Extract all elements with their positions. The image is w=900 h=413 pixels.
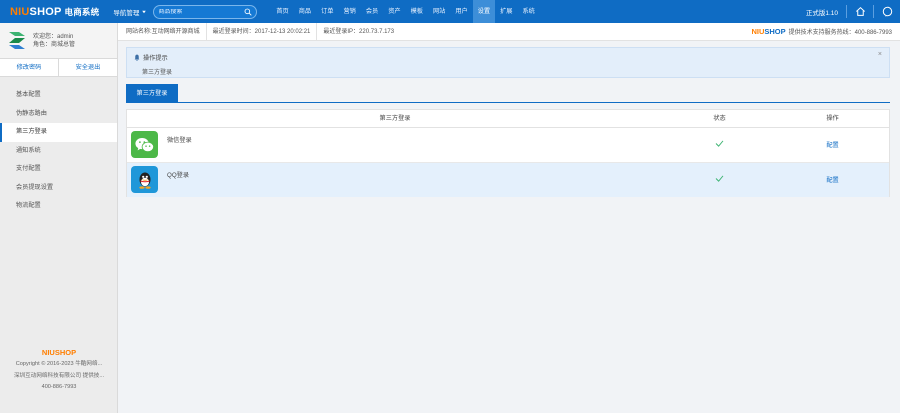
nav-goods[interactable]: 商品	[294, 0, 316, 23]
tab-bar: 第三方登录	[126, 84, 890, 103]
main-nav: 首页 商品 订单 营销 会员 资产 模板 网站 用户 设置 扩展 系统	[271, 0, 540, 23]
support-brand-suffix: SHOP	[764, 27, 786, 36]
sidebar-item-basic-config[interactable]: 基本配置	[0, 86, 117, 105]
sidebar-item-notifications[interactable]: 通知系统	[0, 142, 117, 161]
table-row: 微信登录 配置	[127, 128, 889, 163]
login-table: 第三方登录 状态 操作 微信登录 配置 QQ登录 配置	[126, 109, 890, 197]
table-row: QQ登录 配置	[127, 162, 889, 197]
support-info: NIUSHOP 提供技术支持服务热线：400-886-7993	[751, 27, 900, 36]
site-name: 网站名称:互动网络开源商城	[118, 22, 207, 41]
top-navbar: NIUSHOP电商系统 导航管理 首页 商品 订单 营销 会员 资产 模板 网站…	[0, 0, 900, 23]
row-name-cell: QQ登录	[127, 166, 663, 194]
sidebar-item-payment-config[interactable]: 支付配置	[0, 160, 117, 179]
provider-name: QQ登录	[167, 172, 190, 180]
check-icon	[715, 140, 724, 148]
nav-users[interactable]: 用户	[450, 0, 472, 23]
copyright-text: Copyright © 2016-2023 牛酷网络...	[15, 361, 103, 367]
sidebar-item-logistics-config[interactable]: 物流配置	[0, 197, 117, 216]
quick-nav-dropdown[interactable]: 导航管理	[113, 7, 147, 17]
info-bar: 网站名称:互动网络开源商城 最近登录时间：2017-12-13 20:02:21…	[118, 22, 900, 41]
bell-icon	[134, 54, 140, 61]
topbar-right: 正式版1.10	[806, 0, 900, 23]
search-icon[interactable]	[244, 8, 252, 16]
sidebar-item-pseudo-static-routes[interactable]: 伪静态路由	[0, 105, 117, 124]
help-button[interactable]	[874, 0, 900, 23]
side-menu: 基本配置 伪静态路由 第三方登录 通知系统 支付配置 会员提现设置 物流配置	[0, 86, 117, 216]
provider-name: 微信登录	[167, 137, 192, 145]
nav-extensions[interactable]: 扩展	[495, 0, 517, 23]
last-login-ip: 最近登录IP：220.73.7.173	[323, 28, 395, 35]
support-text: 提供技术支持服务热线：400-886-7993	[788, 30, 892, 36]
nav-templates[interactable]: 模板	[406, 0, 428, 23]
nav-home[interactable]: 首页	[271, 0, 293, 23]
table-header: 第三方登录 状态 操作	[127, 110, 889, 128]
status-cell	[663, 140, 776, 149]
status-cell	[663, 175, 776, 184]
wechat-icon	[131, 131, 158, 159]
avatar-logo-icon	[9, 31, 25, 49]
quick-nav-label: 导航管理	[113, 9, 140, 17]
support-brand-prefix: NIU	[751, 27, 765, 36]
logo-prefix: NIU	[10, 5, 30, 18]
last-login-time: 最近登录时间：2017-12-13 20:02:21	[207, 22, 318, 41]
nav-marketing[interactable]: 营销	[338, 0, 360, 23]
nav-orders[interactable]: 订单	[316, 0, 338, 23]
home-icon	[855, 6, 865, 16]
sidebar-item-third-party-login[interactable]: 第三方登录	[0, 123, 117, 142]
nav-system[interactable]: 系统	[517, 0, 539, 23]
support-brand: NIUSHOP	[751, 27, 785, 36]
change-password-button[interactable]: 修改密码	[0, 59, 58, 76]
tips-title-label: 操作提示	[143, 55, 168, 62]
logo-system-name: 电商系统	[64, 6, 100, 17]
tab-third-party-login[interactable]: 第三方登录	[126, 84, 178, 103]
nav-website[interactable]: 网站	[428, 0, 450, 23]
tips-panel: 操作提示 第三方登录 ×	[126, 47, 890, 78]
role-text: 角色：商城总管	[33, 41, 76, 48]
hotline-text: 400-886-7993	[41, 384, 77, 390]
header-action: 操作	[826, 115, 839, 122]
nav-members[interactable]: 会员	[361, 0, 383, 23]
home-button[interactable]	[847, 0, 873, 23]
welcome-text: 欢迎您：admin	[33, 33, 74, 40]
tips-title: 操作提示	[134, 53, 168, 62]
help-icon	[882, 6, 892, 17]
user-panel: 欢迎您：admin 角色：商城总管	[0, 23, 117, 59]
header-login-method: 第三方登录	[379, 115, 411, 122]
sidebar-item-withdrawal-settings[interactable]: 会员提现设置	[0, 179, 117, 198]
logo-suffix: SHOP	[29, 5, 62, 18]
sidebar: 欢迎您：admin 角色：商城总管 修改密码 安全退出 基本配置 伪静态路由 第…	[0, 23, 118, 413]
header-status: 状态	[713, 115, 726, 122]
footer-logo: NIUSHOP	[41, 348, 77, 357]
qq-icon	[131, 166, 158, 194]
chevron-down-icon	[142, 10, 147, 13]
logout-button[interactable]: 安全退出	[58, 59, 117, 76]
tips-text: 第三方登录	[142, 70, 173, 76]
version-label: 正式版1.10	[805, 9, 838, 17]
sidebar-footer: NIUSHOP Copyright © 2016-2023 牛酷网络... 深圳…	[0, 347, 118, 394]
nav-assets[interactable]: 资产	[383, 0, 405, 23]
row-name-cell: 微信登录	[127, 131, 663, 159]
configure-link[interactable]: 配置	[776, 175, 889, 184]
app-logo[interactable]: NIUSHOP 电商系统	[10, 6, 99, 18]
user-info: 欢迎您：admin 角色：商城总管	[33, 33, 75, 49]
user-actions: 修改密码 安全退出	[0, 59, 117, 77]
configure-link[interactable]: 配置	[776, 140, 889, 149]
search-box	[153, 4, 258, 19]
close-icon[interactable]: ×	[878, 51, 882, 58]
search-input[interactable]	[158, 8, 245, 15]
nav-settings[interactable]: 设置	[472, 0, 496, 23]
company-text: 深圳互动网络科技有限公司 提供技...	[13, 372, 105, 379]
check-icon	[715, 175, 724, 183]
